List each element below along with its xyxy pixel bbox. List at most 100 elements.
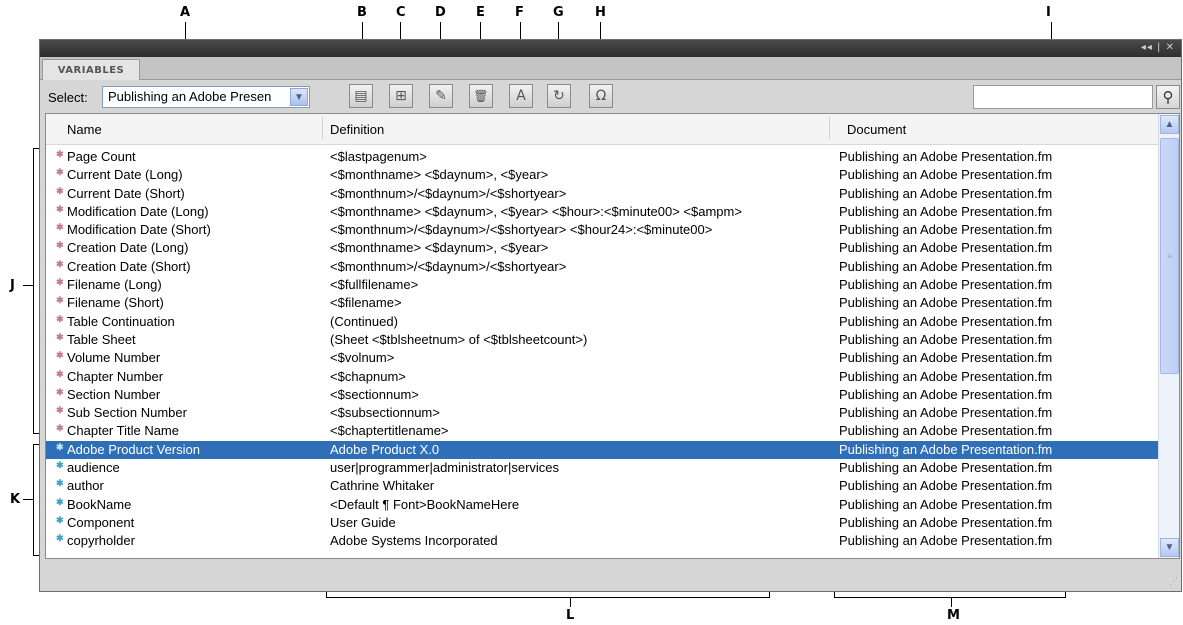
- table-row[interactable]: ✱ Section Number <$sectionnum> Publishing a…: [46, 386, 1158, 404]
- table-row[interactable]: ✱ author Cathrine Whitaker Publishing an Ad…: [46, 477, 1158, 495]
- edit-variable-button[interactable]: ✎: [429, 84, 453, 108]
- variable-name: copyrholder: [67, 533, 135, 549]
- variable-document: Publishing an Adobe Presentation.fm: [839, 313, 1053, 329]
- bracket-k: [33, 444, 34, 555]
- variable-document: Publishing an Adobe Presentation.fm: [839, 149, 1053, 164]
- create-variable-icon: ▤: [354, 88, 368, 104]
- table-row[interactable]: ✱ audience user|programmer|administrator|s…: [46, 459, 1158, 477]
- column-header-document[interactable]: Document: [847, 122, 906, 137]
- variable-document: Publishing an Adobe Presentation.fm: [839, 331, 1053, 347]
- system-variable-icon: ✱: [56, 258, 64, 269]
- delete-variable-icon: 🗑: [473, 89, 489, 103]
- variable-definition: <$chapnum>: [330, 368, 406, 384]
- variable-definition: (Sheet <$tblsheetnum> of <$tblsheetcount…: [330, 331, 588, 347]
- variable-definition: <Default ¶ Font>BookNameHere: [330, 496, 520, 512]
- callout-k: K: [10, 492, 21, 507]
- table-row[interactable]: ✱ Chapter Number <$chapnum> Publishing an A…: [46, 368, 1158, 386]
- table-row[interactable]: ✱ Table Sheet (Sheet <$tblsheetnum> of <$t…: [46, 331, 1158, 349]
- panel-statusbar: ⋰: [40, 570, 1181, 590]
- search-button[interactable]: ⚲: [1156, 85, 1180, 109]
- table-row[interactable]: ✱ BookName <Default ¶ Font>BookNameHere Pub…: [46, 496, 1158, 514]
- variable-name: Volume Number: [67, 350, 161, 366]
- table-row[interactable]: ✱ Adobe Product Version Adobe Product X.0 P…: [46, 440, 1158, 460]
- user-variable-icon: ✱: [56, 514, 64, 525]
- resize-grip-icon[interactable]: ⋰: [1169, 576, 1178, 587]
- search-input[interactable]: [973, 85, 1153, 109]
- table-row[interactable]: ✱ Filename (Short) <$filename> Publishing a…: [46, 294, 1158, 312]
- table-row[interactable]: ✱ Creation Date (Long) <$monthname> <$dayn…: [46, 239, 1158, 257]
- variable-name: Sub Section Number: [67, 405, 187, 421]
- variable-definition: <$monthnum>/<$daynum>/<$shortyear> <$hou…: [330, 222, 713, 238]
- table-row[interactable]: ✱ Component User Guide Publishing an Adobe …: [46, 514, 1158, 532]
- table-row[interactable]: ✱ Sub Section Number <$subsectionnum> Publi…: [46, 404, 1158, 422]
- table-row[interactable]: ✱ Modification Date (Short) <$monthnum>/<$…: [46, 221, 1158, 239]
- variable-definition: <$monthname> <$daynum>, <$year>: [330, 167, 549, 183]
- system-variable-icon: ✱: [56, 167, 64, 178]
- insert-variable-icon: ⊞: [395, 88, 407, 104]
- column-header-name[interactable]: Name: [67, 122, 102, 137]
- system-variable-icon: ✱: [56, 368, 64, 379]
- table-row[interactable]: ✱ Modification Date (Long) <$monthname> <$…: [46, 203, 1158, 221]
- variable-name: Filename (Short): [67, 295, 164, 311]
- variable-name: Chapter Number: [67, 368, 164, 384]
- variable-document: Publishing an Adobe Presentation.fm: [839, 423, 1053, 439]
- table-row[interactable]: ✱ Chapter Title Name <$chaptertitlename> Pu…: [46, 422, 1158, 440]
- table-row[interactable]: ✱ Table Continuation (Continued) Publishing…: [46, 313, 1158, 331]
- tab-variables[interactable]: VARIABLES: [42, 59, 140, 80]
- variable-name: Creation Date (Long): [67, 240, 189, 256]
- scroll-down-button[interactable]: ▼: [1160, 538, 1179, 557]
- panel-window-controls[interactable]: ◂◂ | ✕: [1141, 42, 1175, 53]
- system-variable-icon: ✱: [56, 331, 64, 342]
- system-variable-icon: ✱: [56, 295, 64, 306]
- variable-document: Publishing an Adobe Presentation.fm: [839, 478, 1053, 494]
- variable-name: Adobe Product Version: [67, 441, 200, 457]
- system-variable-icon: ✱: [56, 203, 64, 214]
- variable-name: Current Date (Long): [67, 167, 183, 183]
- variable-document: Publishing an Adobe Presentation.fm: [839, 460, 1053, 476]
- callout-h: H: [595, 5, 606, 20]
- variable-name: BookName: [67, 496, 132, 512]
- callout-j: J: [10, 278, 15, 293]
- variable-name: Current Date (Short): [67, 185, 185, 201]
- table-row[interactable]: ✱ Current Date (Long) <$monthname> <$daynu…: [46, 166, 1158, 184]
- edit-variable-icon: ✎: [435, 88, 447, 104]
- variable-document: Publishing an Adobe Presentation.fm: [839, 533, 1053, 549]
- convert-to-text-icon: A: [516, 88, 526, 104]
- delete-variable-button[interactable]: 🗑: [469, 84, 493, 108]
- column-header-definition[interactable]: Definition: [330, 122, 384, 137]
- scroll-up-button[interactable]: ▲: [1160, 115, 1179, 134]
- variable-document: Publishing an Adobe Presentation.fm: [839, 368, 1053, 384]
- callout-f: F: [515, 5, 524, 20]
- table-row[interactable]: ✱ Volume Number <$volnum> Publishing an Ado…: [46, 349, 1158, 367]
- panel-titlebar: ◂◂ | ✕: [40, 40, 1181, 57]
- update-variables-button[interactable]: ↻: [547, 84, 571, 108]
- vertical-scrollbar[interactable]: ▲ ≡ ▼: [1158, 114, 1179, 558]
- variable-definition: <$sectionnum>: [330, 386, 419, 402]
- select-label: Select:: [48, 90, 88, 105]
- chevron-down-icon[interactable]: ▼: [290, 88, 308, 106]
- user-variable-icon: ✱: [56, 460, 64, 471]
- variables-panel: ◂◂ | ✕ VARIABLES Select: Publishing an A…: [39, 39, 1182, 592]
- scroll-thumb[interactable]: ≡: [1160, 138, 1179, 374]
- variable-definition: <$monthname> <$daynum>, <$year> <$hour>:…: [330, 203, 742, 219]
- table-row[interactable]: ✱ Creation Date (Short) <$monthnum>/<$dayn…: [46, 258, 1158, 276]
- table-row[interactable]: ✱ Current Date (Short) <$monthnum>/<$daynu…: [46, 185, 1158, 203]
- create-variable-button[interactable]: ▤: [349, 84, 373, 108]
- variable-name: Creation Date (Short): [67, 258, 191, 274]
- import-variables-button[interactable]: Ω: [589, 84, 613, 108]
- system-variable-icon: ✱: [56, 185, 64, 196]
- variable-definition: User Guide: [330, 514, 396, 530]
- variable-document: Publishing an Adobe Presentation.fm: [839, 514, 1053, 530]
- convert-to-text-button[interactable]: A: [509, 84, 533, 108]
- table-row[interactable]: ✱ Page Count <$lastpagenum> Publishing an A…: [46, 148, 1158, 166]
- leader-l: [570, 597, 571, 607]
- insert-variable-button[interactable]: ⊞: [389, 84, 413, 108]
- document-select[interactable]: Publishing an Adobe Presen ▼: [102, 86, 310, 108]
- leader-j: [23, 285, 33, 286]
- variable-document: Publishing an Adobe Presentation.fm: [839, 441, 1053, 457]
- table-row[interactable]: ✱ copyrholder Adobe Systems Incorporated Pu…: [46, 532, 1158, 550]
- variable-document: Publishing an Adobe Presentation.fm: [839, 277, 1053, 293]
- table-row[interactable]: ✱ Filename (Long) <$fullfilename> Publishin…: [46, 276, 1158, 294]
- search-icon: ⚲: [1162, 89, 1174, 106]
- variable-definition: user|programmer|administrator|services: [330, 460, 560, 476]
